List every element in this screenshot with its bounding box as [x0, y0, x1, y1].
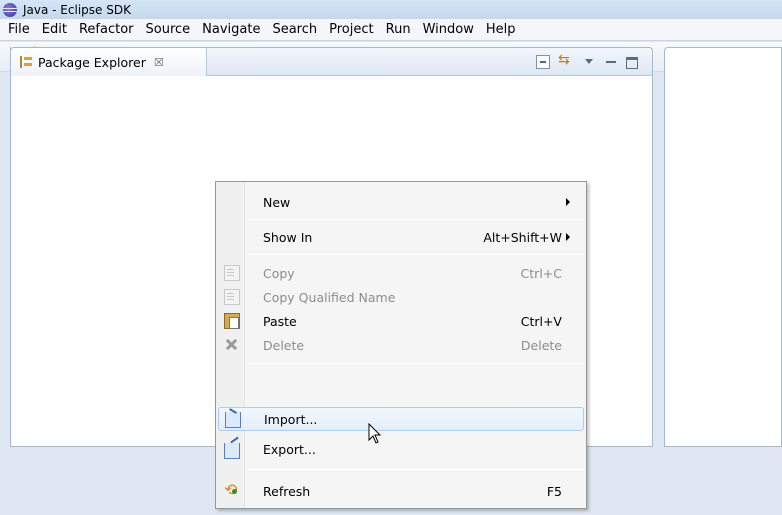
menu-separator — [248, 219, 584, 220]
collapse-all-icon[interactable] — [536, 55, 550, 69]
view-actions — [536, 48, 638, 76]
menu-item-copy[interactable]: Copy Ctrl+C — [218, 261, 584, 285]
menu-item-new[interactable]: New — [218, 190, 584, 214]
paste-icon — [224, 313, 240, 329]
maximize-icon[interactable] — [626, 56, 638, 69]
menu-item-delete[interactable]: Delete Delete — [218, 333, 584, 357]
menu-help[interactable]: Help — [480, 22, 522, 37]
menu-separator — [248, 469, 584, 470]
copy-icon — [224, 265, 240, 281]
menu-run[interactable]: Run — [380, 22, 417, 37]
menu-project[interactable]: Project — [323, 22, 379, 37]
window-title: Java - Eclipse SDK — [23, 2, 131, 17]
menu-edit[interactable]: Edit — [36, 22, 73, 37]
menu-item-show-in[interactable]: Show In Alt+Shift+W — [218, 225, 584, 249]
mouse-cursor-icon — [368, 423, 382, 444]
eclipse-icon — [3, 2, 17, 17]
close-icon[interactable]: ☒ — [154, 56, 164, 69]
menu-item-label: Paste — [263, 313, 297, 329]
title-bar: Java - Eclipse SDK — [0, 0, 782, 19]
menu-item-shortcut: F5 — [546, 483, 562, 499]
menu-item-label: New — [263, 194, 291, 210]
submenu-arrow-icon — [566, 233, 570, 241]
menu-separator — [248, 363, 584, 364]
refresh-icon — [224, 480, 240, 499]
menu-item-shortcut: Ctrl+C — [520, 265, 562, 281]
context-menu: New Show In Alt+Shift+W Copy Ctrl+C Copy… — [215, 181, 587, 509]
menu-bar: File Edit Refactor Source Navigate Searc… — [0, 19, 782, 41]
menu-item-label: Import... — [264, 411, 318, 427]
package-explorer-icon — [20, 56, 32, 68]
menu-item-label: Refresh — [263, 483, 311, 499]
menu-separator — [248, 254, 584, 255]
export-icon — [224, 443, 240, 459]
view-header: Package Explorer ☒ — [11, 48, 652, 76]
menu-refactor[interactable]: Refactor — [73, 22, 140, 37]
minimize-icon[interactable] — [604, 55, 618, 69]
menu-source[interactable]: Source — [140, 22, 197, 37]
editor-area[interactable] — [664, 47, 782, 447]
menu-item-import[interactable]: Import... — [218, 407, 584, 431]
menu-file[interactable]: File — [2, 22, 36, 37]
menu-item-refresh[interactable]: Refresh F5 — [218, 479, 584, 503]
menu-item-paste[interactable]: Paste Ctrl+V — [218, 309, 584, 333]
menu-item-label: Show In — [263, 229, 313, 245]
menu-item-label: Export... — [263, 441, 316, 457]
menu-item-label: Copy — [263, 265, 295, 281]
menu-item-copy-qualified-name[interactable]: Copy Qualified Name — [218, 285, 584, 309]
menu-item-label: Delete — [263, 337, 305, 353]
menu-navigate[interactable]: Navigate — [196, 22, 266, 37]
menu-window[interactable]: Window — [417, 22, 480, 37]
menu-item-export[interactable]: Export... — [218, 437, 584, 461]
menu-item-shortcut: Ctrl+V — [520, 313, 562, 329]
menu-item-shortcut: Delete — [520, 337, 562, 353]
tab-package-explorer[interactable]: Package Explorer ☒ — [11, 48, 207, 76]
import-icon — [225, 412, 241, 428]
menu-search[interactable]: Search — [266, 22, 323, 37]
link-with-editor-icon[interactable] — [558, 52, 574, 69]
view-menu-icon[interactable] — [582, 55, 596, 69]
tab-label: Package Explorer — [38, 54, 146, 70]
copy-qualified-name-icon — [224, 289, 240, 305]
delete-icon — [224, 337, 240, 353]
menu-item-label: Copy Qualified Name — [263, 289, 396, 305]
menu-item-shortcut: Alt+Shift+W — [483, 229, 562, 245]
submenu-arrow-icon — [566, 198, 570, 206]
